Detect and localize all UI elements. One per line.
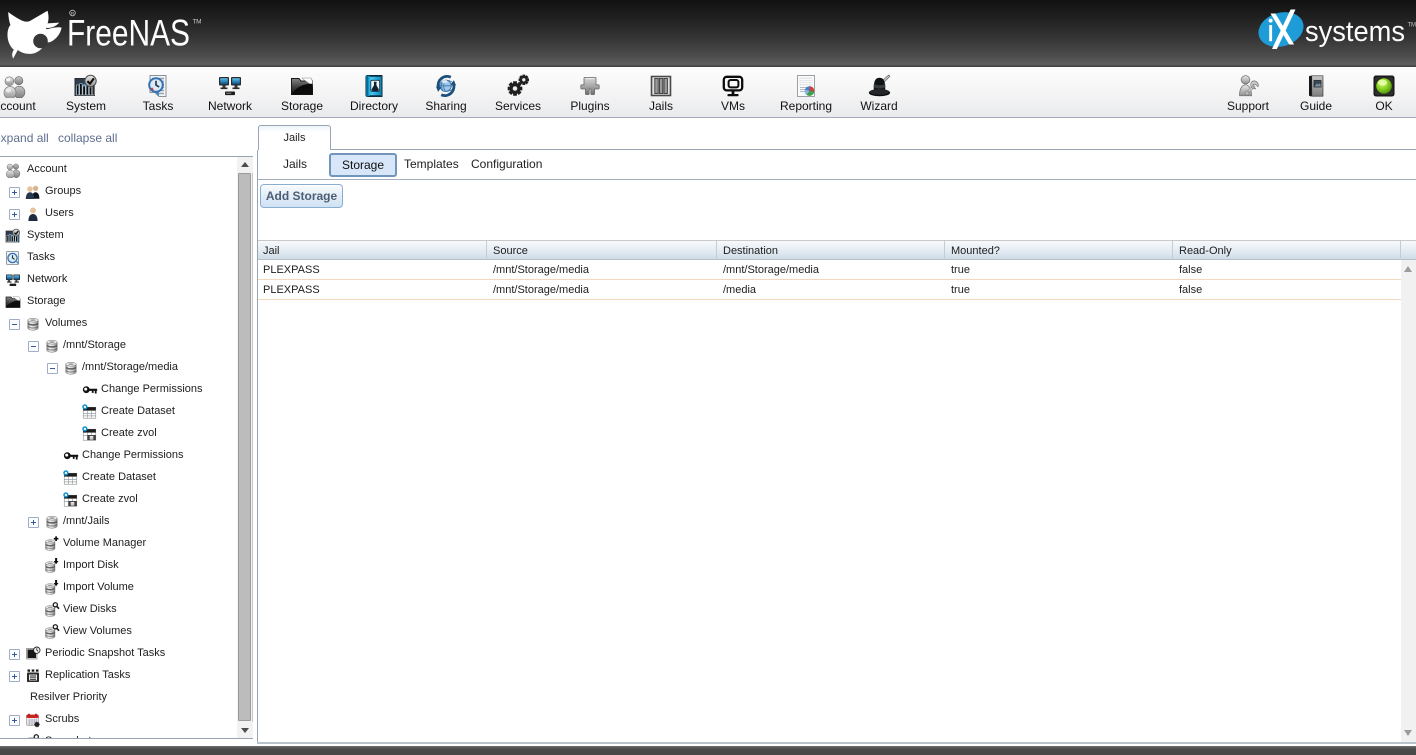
svg-text:TM: TM — [193, 19, 202, 26]
svg-text:TM: TM — [1408, 23, 1416, 29]
svg-text:systems: systems — [1305, 16, 1405, 48]
svg-text:FreeNAS: FreeNAS — [67, 13, 190, 54]
